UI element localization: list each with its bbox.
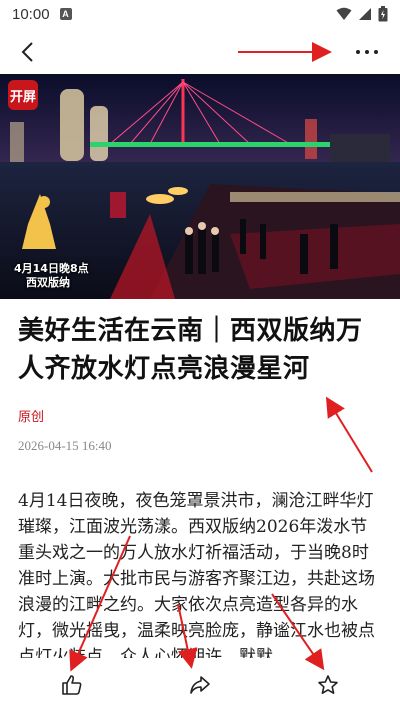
publish-date: 2026-04-15 16:40 bbox=[18, 438, 112, 453]
original-tag: 原创 bbox=[18, 410, 45, 425]
battery-icon bbox=[378, 6, 388, 22]
hero-caption: 4月14日晚8点 西双版纳 bbox=[14, 262, 89, 290]
top-nav-bar bbox=[0, 28, 400, 74]
notification-icon: A bbox=[59, 8, 72, 20]
star-icon bbox=[318, 675, 338, 694]
hero-caption-line2: 西双版纳 bbox=[26, 276, 70, 289]
more-options-button[interactable] bbox=[352, 38, 382, 66]
hero-caption-line1: 4月14日晚8点 bbox=[14, 262, 89, 275]
status-time: 10:00 bbox=[12, 5, 50, 23]
signal-icon bbox=[359, 8, 371, 20]
status-bar: 10:00 A bbox=[0, 0, 400, 28]
more-horizontal-icon bbox=[356, 50, 378, 54]
like-button[interactable] bbox=[59, 672, 85, 698]
media-logo: 开屏 bbox=[8, 80, 38, 110]
article-body: 4月14日夜晚，夜色笼罩景洪市，澜沧江畔华灯璀璨，江面波光荡漾。西双版纳2026… bbox=[18, 491, 375, 660]
back-button[interactable] bbox=[14, 38, 42, 66]
chevron-left-icon bbox=[21, 42, 33, 62]
status-icons bbox=[336, 6, 388, 22]
wifi-icon bbox=[336, 7, 352, 20]
share-button[interactable] bbox=[187, 672, 213, 698]
bottom-toolbar bbox=[0, 658, 400, 710]
thumbs-up-icon bbox=[62, 675, 82, 695]
favorite-button[interactable] bbox=[315, 672, 341, 698]
arrow-to-title bbox=[325, 396, 373, 473]
article-title: 美好生活在云南｜西双版纳万人齐放水灯点亮浪漫星河 bbox=[18, 316, 363, 384]
share-icon bbox=[190, 676, 210, 694]
